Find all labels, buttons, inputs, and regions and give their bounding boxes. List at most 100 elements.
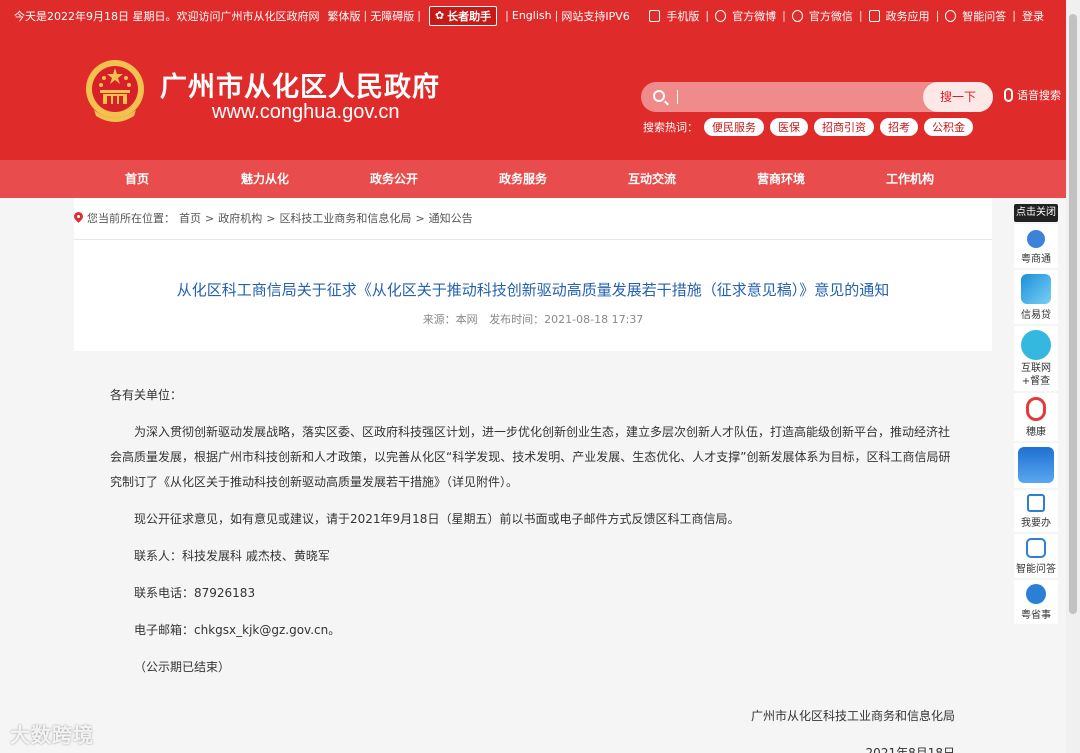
site-title[interactable]: 广州市从化区人民政府 — [160, 65, 440, 104]
apps-link[interactable]: 政务应用 — [886, 8, 930, 24]
separator: | — [935, 9, 940, 22]
sidebar-item-inspection[interactable]: 互联网+督查 — [1014, 326, 1058, 391]
elder-icon: ✿ — [434, 9, 445, 22]
separator: | — [417, 9, 421, 22]
wechat-icon — [791, 9, 803, 22]
wechat-link[interactable]: 官方微信 — [809, 8, 853, 24]
contact-email: 电子邮箱：chkgsx_kjk@gz.gov.cn。 — [134, 623, 341, 637]
separator: | — [705, 9, 710, 22]
sidebar-item-label: 粤商通 — [1021, 254, 1051, 265]
elder-assistant-label: 长者助手 — [447, 9, 492, 23]
hot-keywords-label: 搜索热词： — [643, 121, 698, 134]
separator: | — [505, 9, 509, 22]
nav-item-open-gov[interactable]: 政务公开 — [370, 160, 418, 198]
weibo-link[interactable]: 官方微博 — [732, 8, 776, 24]
separator: | — [782, 9, 786, 22]
mobile-link[interactable]: 手机版 — [666, 8, 699, 24]
sidebar-item-label: 粤省事 — [1021, 610, 1051, 621]
hot-tag[interactable]: 便民服务 — [704, 118, 764, 136]
text-cursor — [677, 90, 678, 104]
main-nav: 首页 魅力从化 政务公开 政务服务 互动交流 营商环境 工作机构 — [0, 160, 1066, 198]
paragraph: 现公开征求意见，如有意见或建议，请于2021年9月18日（星期五）前以书面或电子… — [134, 512, 740, 526]
hot-tag[interactable]: 医保 — [770, 118, 808, 136]
signature: 广州市从化区科技工业商务和信息化局 — [750, 709, 955, 723]
accessible-link[interactable]: 无障碍版 — [370, 8, 414, 24]
credit-loan-icon — [1021, 274, 1051, 304]
breadcrumb-separator: > — [415, 211, 425, 225]
sidebar-item-qa[interactable]: 智能问答 — [1014, 534, 1058, 578]
nav-item-services[interactable]: 政务服务 — [499, 160, 547, 198]
english-link[interactable]: English — [512, 9, 552, 22]
breadcrumb-bureau[interactable]: 区科技工业商务和信息化局 — [279, 210, 411, 226]
voice-search-button[interactable]: 语音搜索 — [1004, 87, 1061, 103]
article-body: 各有关单位： 为深入贯彻创新驱动发展战略，落实区委、区政府科技强区计划，进一步优… — [110, 383, 958, 753]
hot-tag[interactable]: 招商引资 — [814, 118, 874, 136]
signature-date: 2021年8月18日 — [865, 746, 955, 753]
microphone-icon — [1004, 88, 1013, 102]
sidebar-item-yueshangtong[interactable]: 粤商通 — [1014, 224, 1058, 268]
watermark: 大数跨境 — [10, 723, 94, 747]
hot-tag[interactable]: 招考 — [880, 118, 918, 136]
separator: | — [858, 9, 863, 22]
breadcrumb-notices[interactable]: 通知公告 — [429, 210, 473, 226]
breadcrumb: 您当前所在位置： 首页 > 政府机构 > 区科技工业商务和信息化局 > 通知公告 — [74, 210, 473, 226]
apps-icon — [868, 9, 880, 22]
article-title: 从化区科工商信局关于征求《从化区关于推动科技创新驱动高质量发展若干措施（征求意见… — [176, 281, 890, 299]
sidebar-item-label: 互联网+督查 — [1021, 363, 1051, 387]
floating-sidebar: 点击关闭 粤商通 信易贷 互联网+督查 穗康 我要办 智能问答 粤省事 — [1014, 204, 1058, 624]
paragraph: 为深入贯彻创新驱动发展战略，落实区委、区政府科技强区计划，进一步优化创新创业生态… — [110, 425, 951, 489]
search-button[interactable]: 搜一下 — [923, 82, 993, 112]
nav-item-home[interactable]: 首页 — [125, 160, 149, 198]
sidebar-item-handle[interactable]: 我要办 — [1014, 490, 1058, 532]
robot-icon — [945, 9, 957, 22]
breadcrumb-label: 您当前所在位置： — [87, 212, 175, 225]
site-header: 广州市从化区人民政府 www.conghua.gov.cn 搜一下 语音搜索 搜… — [0, 31, 1066, 160]
weibo-icon — [715, 9, 727, 22]
sidebar-item-yueshengshi[interactable]: 粤省事 — [1014, 580, 1058, 624]
article-meta: 来源：本网 发布时间：2021-08-18 17:37 — [74, 311, 992, 327]
breadcrumb-separator: > — [266, 211, 276, 225]
separator: | — [363, 9, 368, 22]
search-input[interactable]: 搜一下 — [641, 82, 993, 112]
page-scrollbar[interactable] — [1066, 0, 1080, 753]
article-date: 发布时间：2021-08-18 17:37 — [489, 313, 644, 326]
edit-icon — [1027, 494, 1045, 512]
national-emblem-icon — [86, 60, 144, 122]
clover-icon — [1026, 584, 1046, 604]
sidebar-item-label: 穗康 — [1026, 427, 1046, 438]
magnifier-icon — [1021, 330, 1051, 360]
nav-item-agencies[interactable]: 工作机构 — [886, 160, 934, 198]
login-link[interactable]: 登录 — [1022, 8, 1044, 24]
elder-assistant-button[interactable]: ✿ 长者助手 — [428, 5, 498, 26]
closed-note: （公示期已结束） — [134, 660, 231, 674]
breadcrumb-agencies[interactable]: 政府机构 — [218, 210, 262, 226]
ipv6-text: 网站支持IPV6 — [561, 9, 630, 23]
traditional-link[interactable]: 繁体版 — [328, 8, 361, 24]
hot-keywords: 搜索热词： 便民服务 医保 招商引资 招考 公积金 — [643, 118, 973, 136]
voice-search-label: 语音搜索 — [1017, 89, 1061, 102]
divider — [74, 239, 992, 240]
sidebar-item-app[interactable] — [1014, 443, 1058, 488]
qa-link[interactable]: 智能问答 — [962, 8, 1006, 24]
contact-phone: 联系电话：87926183 — [134, 586, 256, 600]
close-sidebar-button[interactable]: 点击关闭 — [1014, 204, 1058, 222]
health-icon — [1026, 397, 1046, 421]
nav-item-interaction[interactable]: 互动交流 — [628, 160, 676, 198]
welcome-text: 今天是2022年9月18日 星期日。欢迎访问广州市从化区政府网 — [14, 9, 320, 23]
sidebar-item-label: 信易贷 — [1021, 310, 1051, 321]
salutation: 各有关单位： — [110, 388, 183, 402]
location-pin-icon — [74, 212, 83, 224]
nav-item-business[interactable]: 营商环境 — [757, 160, 805, 198]
scrollbar-thumb[interactable] — [1069, 14, 1077, 614]
app-icon — [1018, 447, 1054, 483]
hot-tag[interactable]: 公积金 — [924, 118, 973, 136]
article-source: 来源：本网 — [422, 313, 478, 326]
breadcrumb-home[interactable]: 首页 — [179, 210, 201, 226]
sidebar-item-xinyidai[interactable]: 信易贷 — [1014, 270, 1058, 324]
search-icon — [653, 90, 665, 102]
sidebar-item-suikang[interactable]: 穗康 — [1014, 393, 1058, 441]
robot-icon — [1026, 538, 1046, 558]
nav-item-charm[interactable]: 魅力从化 — [241, 160, 289, 198]
mobile-icon — [649, 9, 661, 22]
breadcrumb-separator: > — [205, 211, 215, 225]
